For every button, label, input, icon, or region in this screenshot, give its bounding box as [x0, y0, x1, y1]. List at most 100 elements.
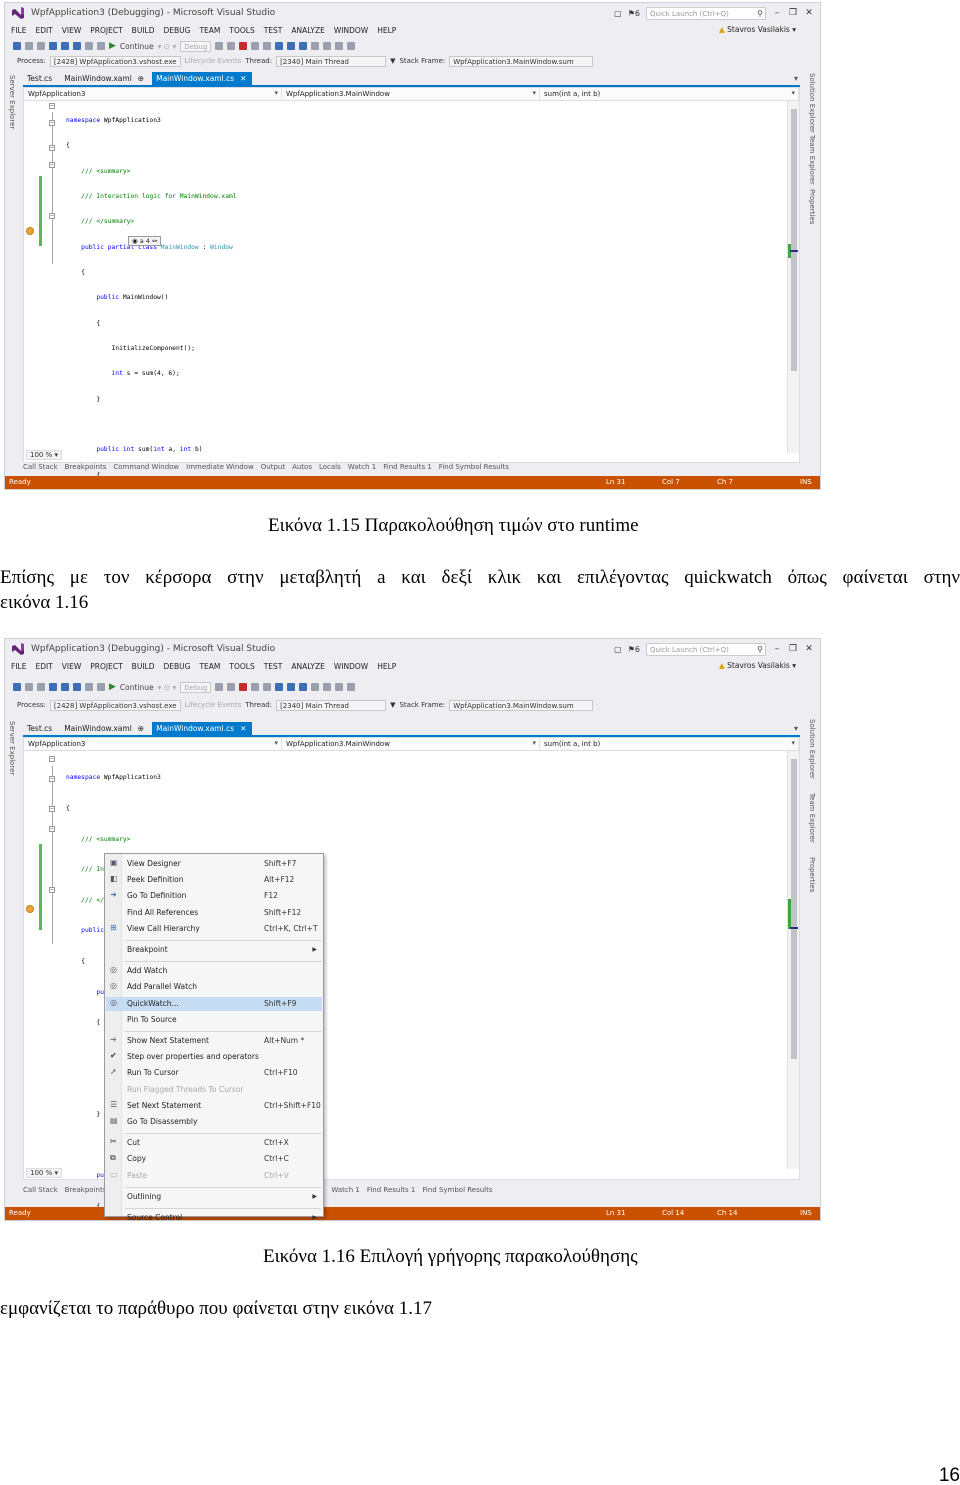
attach-icon[interactable] [215, 683, 224, 691]
close-tab-icon[interactable]: ✕ [240, 724, 246, 735]
stack-frame-select[interactable]: WpfApplication3.MainWindow.sum [449, 55, 594, 67]
redo-icon[interactable] [97, 42, 105, 50]
properties-tab[interactable]: Properties [808, 857, 816, 892]
continue-icon[interactable]: ▶ [109, 682, 116, 692]
continue-button[interactable]: Continue [120, 683, 154, 692]
threads-icon[interactable] [323, 42, 332, 50]
breakpoint-icon[interactable] [26, 227, 34, 235]
bottom-tab-locals[interactable]: Locals [319, 463, 341, 471]
threads-icon[interactable] [323, 683, 332, 691]
bottom-tab-watch-1[interactable]: Watch 1 [348, 463, 376, 471]
menu-file[interactable]: FILE [11, 662, 26, 671]
comment-icon[interactable] [347, 42, 356, 50]
context-menu-item-add-parallel-watch[interactable]: ◎ Add Parallel Watch [106, 980, 322, 994]
menu-help[interactable]: HELP [377, 662, 396, 671]
lifecycle-events-button[interactable]: Lifecycle Events [185, 57, 242, 65]
context-menu-item-go-to-disassembly[interactable]: ▤ Go To Disassembly [106, 1115, 322, 1129]
menu-project[interactable]: PROJECT [90, 26, 122, 35]
menu-build[interactable]: BUILD [132, 26, 155, 35]
vertical-scrollbar[interactable] [787, 101, 799, 453]
collapse-icon[interactable]: − [49, 776, 55, 782]
context-menu-item-peek-definition[interactable]: ◧ Peek Definition Alt+F12 [106, 873, 322, 887]
user-account[interactable]: ▲ Stavros Vasilakis ▾ [719, 661, 796, 670]
team-explorer-tab[interactable]: Team Explorer [808, 793, 816, 843]
stop-icon[interactable] [239, 683, 248, 691]
server-explorer-tab[interactable]: Server Explorer [8, 721, 16, 775]
bookmark-icon[interactable] [335, 683, 344, 691]
menu-team[interactable]: TEAM [199, 26, 220, 35]
pause-icon[interactable] [227, 42, 236, 50]
properties-tab[interactable]: Properties [808, 189, 816, 224]
quick-launch-input[interactable]: Quick Launch (Ctrl+Q) ⚲ [646, 642, 766, 656]
notifications-icon[interactable]: ⚑6 [628, 9, 640, 18]
collapse-icon[interactable]: − [49, 145, 55, 151]
tab-mainwindow-xaml[interactable]: MainWindow.xaml ⊕ [60, 72, 150, 85]
collapse-icon[interactable]: − [49, 887, 55, 893]
menu-project[interactable]: PROJECT [90, 662, 122, 671]
context-menu-item-pin-to-source[interactable]: Pin To Source [106, 1013, 322, 1027]
close-button[interactable]: ✕ [804, 8, 814, 18]
menu-test[interactable]: TEST [264, 26, 283, 35]
thread-select[interactable]: [2340] Main Thread [276, 699, 387, 711]
save-icon[interactable] [61, 683, 69, 691]
tab-overflow-icon[interactable]: ▾ [794, 74, 798, 83]
step-over-icon[interactable] [287, 42, 296, 50]
menu-help[interactable]: HELP [377, 26, 396, 35]
context-menu-item-go-to-definition[interactable]: ➜ Go To Definition F12 [106, 889, 322, 903]
zoom-select[interactable]: 100 % ▾ [26, 450, 62, 460]
bookmark-icon[interactable] [335, 42, 344, 50]
context-menu-item-view-designer[interactable]: ▣ View Designer Shift+F7 [106, 857, 322, 871]
step-over-icon[interactable] [287, 683, 296, 691]
zoom-select[interactable]: 100 % ▾ [26, 1168, 62, 1178]
pin-icon[interactable]: ⊕ [138, 74, 144, 85]
datatip[interactable]: ◉ a 4 ⇔ [128, 236, 162, 246]
save-all-icon[interactable] [73, 42, 81, 50]
collapse-icon[interactable]: − [49, 756, 55, 762]
comment-icon[interactable] [347, 683, 356, 691]
collapse-icon[interactable]: − [49, 213, 55, 219]
bottom-tab-output[interactable]: Output [261, 463, 285, 471]
collapse-icon[interactable]: − [49, 162, 55, 168]
undo-icon[interactable] [85, 42, 93, 50]
context-menu-item-set-next-statement[interactable]: ☰ Set Next Statement Ctrl+Shift+F10 [106, 1099, 322, 1113]
bottom-tab-command-window[interactable]: Command Window [113, 463, 179, 471]
continue-button[interactable]: Continue [120, 42, 154, 51]
vertical-scrollbar[interactable] [787, 751, 799, 1169]
show-next-statement-icon[interactable] [263, 42, 272, 50]
bottom-tab-breakpoints[interactable]: Breakpoints [65, 1186, 107, 1194]
scrollbar-thumb[interactable] [791, 109, 797, 371]
notifications-icon[interactable]: ⚑6 [628, 645, 640, 654]
menu-test[interactable]: TEST [264, 662, 283, 671]
bottom-tab-breakpoints[interactable]: Breakpoints [65, 463, 107, 471]
configuration-select[interactable]: Debug [180, 681, 212, 693]
scrollbar-thumb[interactable] [791, 759, 797, 1059]
restart-icon[interactable] [251, 683, 260, 691]
step-into-icon[interactable] [275, 683, 284, 691]
save-all-icon[interactable] [73, 683, 81, 691]
tab-overflow-icon[interactable]: ▾ [794, 724, 798, 733]
pause-icon[interactable] [227, 683, 236, 691]
feedback-icon[interactable]: ▢ [614, 9, 622, 18]
tab-test-cs[interactable]: Test.cs [23, 72, 58, 85]
type-nav-select[interactable]: WpfApplication3.MainWindow [282, 88, 540, 100]
menu-analyze[interactable]: ANALYZE [291, 662, 325, 671]
breakpoint-icon[interactable] [26, 905, 34, 913]
filter-icon[interactable]: ▼ [390, 57, 395, 65]
bottom-tab-immediate-window[interactable]: Immediate Window [186, 463, 254, 471]
menu-edit[interactable]: EDIT [35, 662, 52, 671]
new-project-icon[interactable] [37, 683, 45, 691]
server-explorer-tab[interactable]: Server Explorer [8, 75, 16, 129]
save-icon[interactable] [61, 42, 69, 50]
minimize-button[interactable]: – [772, 644, 782, 654]
collapse-icon[interactable]: − [49, 806, 55, 812]
menu-analyze[interactable]: ANALYZE [291, 26, 325, 35]
lifecycle-events-button[interactable]: Lifecycle Events [185, 701, 242, 709]
bottom-tab-call-stack[interactable]: Call Stack [23, 463, 58, 471]
solution-explorer-tab[interactable]: Solution Explorer [808, 73, 816, 133]
restore-button[interactable]: ❐ [788, 8, 798, 18]
bottom-tab-find-results-1[interactable]: Find Results 1 [367, 1186, 416, 1194]
step-out-icon[interactable] [299, 683, 308, 691]
hex-icon[interactable] [311, 42, 320, 50]
forward-icon[interactable] [25, 683, 33, 691]
menu-debug[interactable]: DEBUG [163, 26, 190, 35]
